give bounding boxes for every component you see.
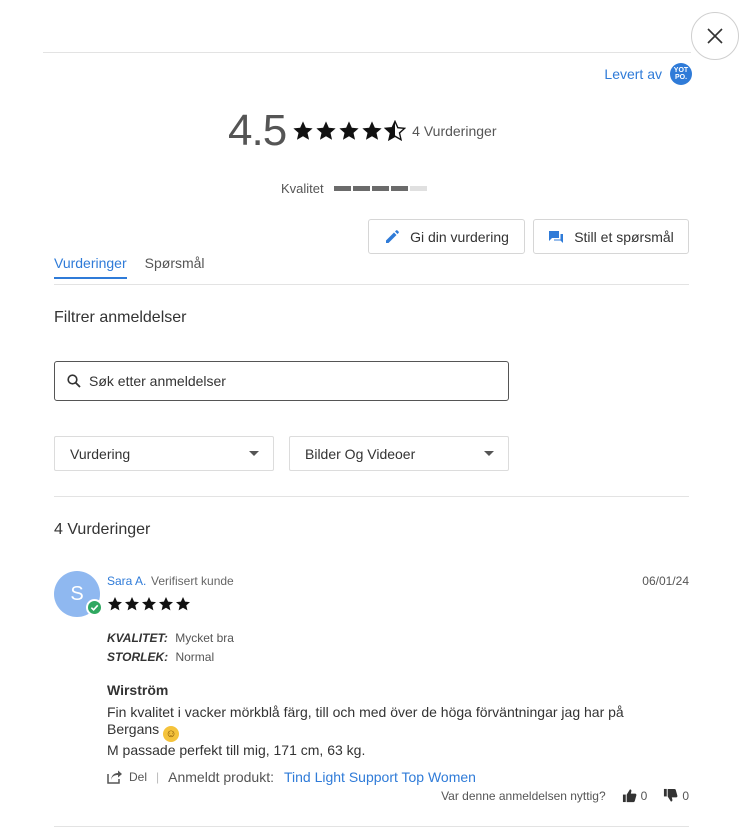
review-body-line: M passade perfekt till mig, 171 cm, 63 k… (107, 742, 366, 758)
star-full-icon (108, 597, 122, 611)
tab-questions[interactable]: Spørsmål (145, 255, 205, 279)
upvote-count: 0 (640, 788, 648, 803)
attribute-value: Mycket bra (175, 631, 234, 645)
quality-label: Kvalitet (281, 181, 324, 196)
divider: | (156, 770, 160, 784)
quality-bar (333, 186, 427, 191)
rating-summary: 4.5 4 Vurderinger (228, 106, 496, 156)
quality-segment (390, 186, 408, 191)
quality-segment (409, 186, 427, 191)
search-input[interactable] (89, 373, 489, 389)
chat-icon (549, 230, 564, 243)
yotpo-logo: YOT PO. (670, 63, 692, 85)
media-filter-select[interactable]: Bilder Og Videoer (289, 436, 509, 471)
filter-title: Filtrer anmeldelser (54, 309, 187, 326)
downvote-count: 0 (682, 788, 689, 803)
verified-badge (86, 599, 103, 616)
review-attribute: STORLEK: Normal (107, 650, 214, 664)
review-body: Fin kvalitet i vacker mörkblå färg, till… (107, 704, 667, 759)
reviewer-name: Sara A. (107, 574, 147, 588)
thumbs-down-icon[interactable] (663, 788, 678, 803)
star-full-icon (176, 597, 190, 611)
quality-rating: Kvalitet (281, 181, 427, 196)
rating-filter-select[interactable]: Vurdering (54, 436, 274, 471)
reviews-count-title: 4 Vurderinger (54, 521, 151, 538)
tabs-divider (54, 284, 689, 285)
total-ratings-text: 4 Vurderinger (412, 123, 497, 139)
chevron-down-icon (484, 451, 494, 456)
helpful-votes: Var denne anmeldelsen nyttig? 0 0 (441, 788, 689, 803)
attribute-key: STORLEK: (107, 650, 169, 664)
star-half-icon (384, 120, 407, 142)
tabs: Vurderinger Spørsmål (54, 255, 205, 279)
share-link[interactable]: Del (129, 770, 147, 784)
top-divider (43, 52, 691, 53)
review-search[interactable] (54, 361, 509, 401)
star-full-icon (159, 597, 173, 611)
close-button[interactable] (691, 12, 739, 60)
pencil-icon (386, 229, 399, 243)
review-date: 06/01/24 (642, 574, 689, 588)
review-attribute: KVALITET: Mycket bra (107, 631, 234, 645)
share-icon[interactable] (107, 770, 123, 784)
star-full-icon (339, 121, 359, 140)
write-review-button[interactable]: Gi din vurdering (368, 219, 525, 254)
star-full-icon (316, 121, 336, 140)
search-icon (67, 374, 81, 388)
attribute-value: Normal (175, 650, 215, 664)
close-icon (707, 28, 723, 44)
ask-question-label: Still et spørsmål (574, 228, 674, 245)
review-title: Wirström (107, 682, 169, 698)
helpful-question: Var denne anmeldelsen nyttig? (441, 788, 606, 803)
average-score: 4.5 (228, 106, 287, 155)
product-link[interactable]: Tind Light Support Top Women (284, 769, 476, 785)
quality-segment (333, 186, 351, 191)
review-footer: Del | Anmeldt produkt: Tind Light Suppor… (107, 769, 476, 785)
check-icon (90, 604, 99, 611)
reviewed-product-label: Anmeldt produkt: (168, 769, 274, 785)
write-review-label: Gi din vurdering (410, 228, 509, 245)
smiley-emoji-icon: ☺ (163, 726, 180, 742)
review-divider (54, 826, 689, 827)
star-full-icon (362, 121, 382, 140)
review-body-line: Fin kvalitet i vacker mörkblå färg, till… (107, 704, 624, 737)
media-filter-label: Bilder Og Videoer (305, 445, 416, 462)
average-stars (292, 120, 407, 142)
tab-reviews[interactable]: Vurderinger (54, 255, 127, 279)
powered-by[interactable]: Levert av YOT PO. (604, 63, 692, 85)
quality-segment (352, 186, 370, 191)
star-full-icon (125, 597, 139, 611)
filters-divider (54, 496, 689, 497)
star-full-icon (293, 121, 313, 140)
star-full-icon (142, 597, 156, 611)
verified-buyer-text: Verifisert kunde (151, 574, 234, 588)
thumbs-up-icon[interactable] (622, 788, 637, 803)
quality-segment (371, 186, 389, 191)
ask-question-button[interactable]: Still et spørsmål (533, 219, 689, 254)
attribute-key: KVALITET: (107, 631, 168, 645)
chevron-down-icon (249, 451, 259, 456)
review-stars (107, 596, 191, 612)
rating-filter-label: Vurdering (70, 445, 131, 462)
powered-by-text: Levert av (604, 66, 662, 82)
